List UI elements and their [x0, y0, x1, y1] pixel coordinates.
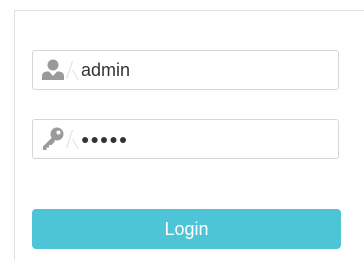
login-button[interactable]: Login [32, 209, 341, 249]
user-icon [33, 51, 73, 89]
password-value: ●●●●● [81, 131, 129, 147]
password-field[interactable]: ●●●●● [32, 119, 339, 159]
username-value: admin [81, 60, 131, 80]
username-field[interactable]: admin [32, 50, 339, 90]
key-icon [33, 120, 73, 158]
